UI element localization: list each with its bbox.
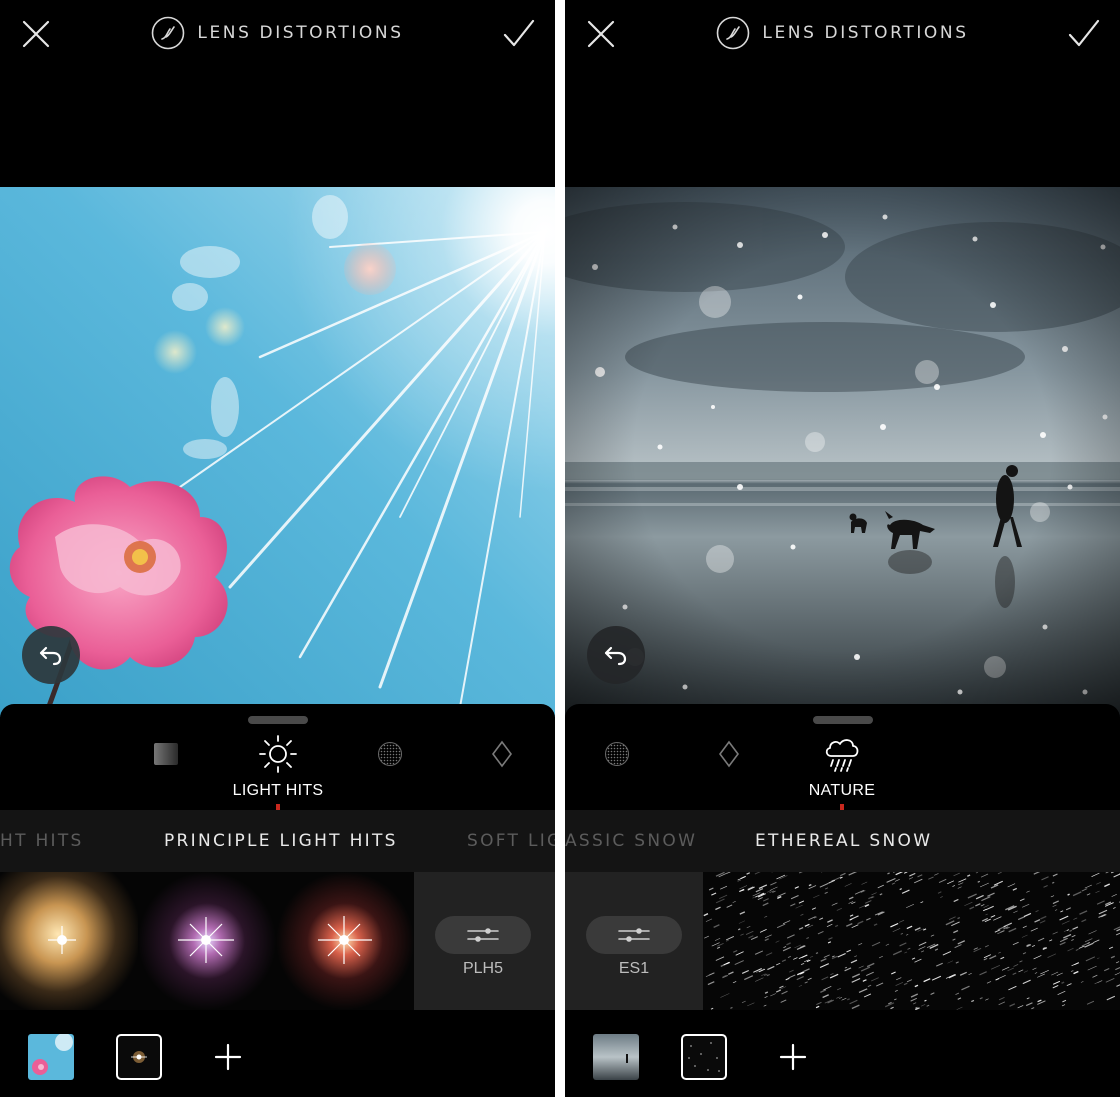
active-category-label: LIGHT HITS: [232, 782, 324, 799]
category-dotted-circle-icon[interactable]: [370, 734, 410, 774]
left-phone-screen: LENS DISTORTIONS LIGHT HITS HT HITS PRIN…: [0, 0, 555, 1097]
right-phone-screen: LENS DISTORTIONS NATURE ASSIC SNOW ETHER…: [565, 0, 1120, 1097]
subcategory-next[interactable]: SOFT LIGI: [467, 831, 555, 851]
effects-panel: NATURE ASSIC SNOW ETHEREAL SNOW ES1: [565, 704, 1120, 1097]
app-title: LENS DISTORTIONS: [0, 15, 555, 51]
category-rain-cloud-icon[interactable]: [822, 734, 862, 774]
undo-icon: [39, 646, 62, 666]
layer-effect-thumbnail[interactable]: [116, 1034, 162, 1080]
checkmark-icon[interactable]: [1065, 16, 1103, 52]
layer-effect-thumbnail[interactable]: [681, 1034, 727, 1080]
undo-button[interactable]: [22, 626, 80, 684]
subcategory-prev[interactable]: HT HITS: [0, 831, 84, 851]
adjust-effect-label: PLH5: [462, 960, 504, 977]
category-gradient-square-icon[interactable]: [146, 734, 186, 774]
effect-thumbnail[interactable]: [276, 872, 414, 1010]
edited-photo-flower: [0, 187, 555, 717]
adjust-effect-tile[interactable]: PLH5: [414, 872, 555, 1010]
category-diamond-icon[interactable]: [709, 734, 749, 774]
adjust-effect-label: ES1: [618, 960, 650, 977]
adjust-effect-tile[interactable]: ES1: [565, 872, 703, 1010]
subcategory-prev[interactable]: ASSIC SNOW: [565, 831, 697, 851]
drag-handle[interactable]: [813, 716, 873, 724]
effect-thumbnails: PLH5: [0, 872, 555, 1010]
category-sun-icon[interactable]: [258, 734, 298, 774]
effect-thumbnail[interactable]: [138, 872, 276, 1010]
subcategory-active[interactable]: PRINCIPLE LIGHT HITS: [164, 831, 398, 851]
effect-thumbnails: ES1: [565, 872, 1120, 1010]
subcategory-bar: ASSIC SNOW ETHEREAL SNOW: [565, 810, 1120, 872]
sliders-icon: [586, 916, 682, 954]
category-dotted-circle-icon[interactable]: [597, 734, 637, 774]
layer-photo-thumbnail[interactable]: [593, 1034, 639, 1080]
plus-icon: [214, 1043, 242, 1071]
effect-thumbnail-snow[interactable]: [703, 872, 1120, 1010]
top-bar: LENS DISTORTIONS: [565, 0, 1120, 70]
effect-thumbnail[interactable]: [0, 872, 138, 1010]
active-category-label: NATURE: [808, 782, 876, 799]
app-title: LENS DISTORTIONS: [565, 15, 1120, 51]
plus-icon: [779, 1043, 807, 1071]
edited-photo-beach-snow: [565, 187, 1120, 717]
subcategory-bar: HT HITS PRINCIPLE LIGHT HITS SOFT LIGI: [0, 810, 555, 872]
undo-icon: [604, 646, 627, 666]
category-diamond-icon[interactable]: [482, 734, 522, 774]
add-layer-button[interactable]: [214, 1043, 242, 1071]
top-bar: LENS DISTORTIONS: [0, 0, 555, 70]
sliders-icon: [435, 916, 531, 954]
add-layer-button[interactable]: [779, 1043, 807, 1071]
lens-distortions-logo-icon: [717, 16, 750, 50]
lens-distortions-logo-icon: [152, 16, 185, 50]
drag-handle[interactable]: [248, 716, 308, 724]
subcategory-active[interactable]: ETHEREAL SNOW: [755, 831, 932, 851]
app-title-text: LENS DISTORTIONS: [197, 23, 404, 43]
layer-photo-thumbnail[interactable]: [28, 1033, 74, 1080]
effects-panel: LIGHT HITS HT HITS PRINCIPLE LIGHT HITS …: [0, 704, 555, 1097]
app-title-text: LENS DISTORTIONS: [762, 23, 969, 43]
undo-button[interactable]: [587, 626, 645, 684]
checkmark-icon[interactable]: [500, 16, 538, 52]
